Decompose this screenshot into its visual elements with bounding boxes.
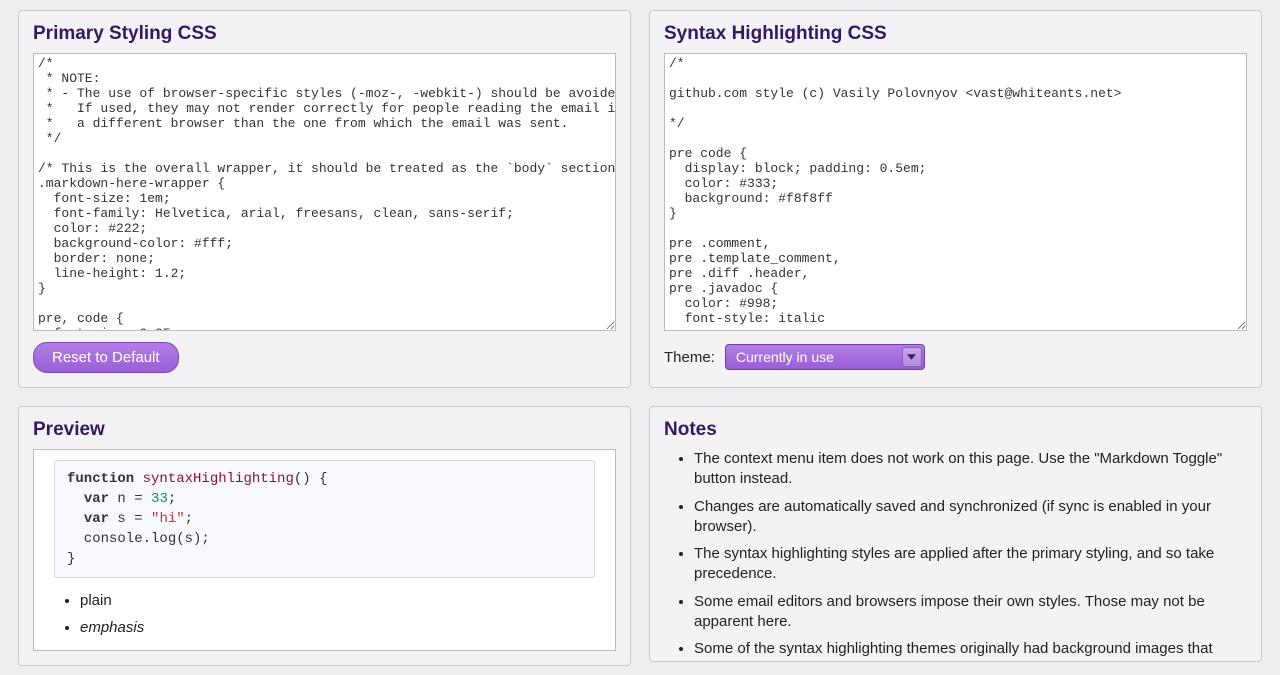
- syntax-highlighting-panel: Syntax Highlighting CSS Theme: Currently…: [649, 10, 1262, 388]
- primary-styling-panel: Primary Styling CSS Reset to Default: [18, 10, 631, 388]
- syntax-css-textarea[interactable]: [664, 53, 1247, 331]
- primary-styling-title: Primary Styling CSS: [33, 23, 616, 45]
- list-item: Changes are automatically saved and sync…: [694, 497, 1247, 538]
- notes-panel: Notes The context menu item does not wor…: [649, 406, 1262, 662]
- theme-select[interactable]: Currently in use: [725, 344, 925, 370]
- preview-content[interactable]: function syntaxHighlighting() { var n = …: [33, 449, 616, 651]
- page-scroll[interactable]: Primary Styling CSS Reset to Default Syn…: [0, 0, 1280, 675]
- notes-list: The context menu item does not work on t…: [664, 449, 1247, 662]
- theme-label: Theme:: [664, 349, 715, 366]
- list-item: emphasis: [80, 619, 595, 636]
- theme-selected-value: Currently in use: [736, 349, 834, 365]
- notes-title: Notes: [664, 419, 1247, 441]
- primary-css-textarea[interactable]: [33, 53, 616, 331]
- list-item: Some email editors and browsers impose t…: [694, 592, 1247, 633]
- list-item: The context menu item does not work on t…: [694, 449, 1247, 490]
- list-item: Some of the syntax highlighting themes o…: [694, 639, 1247, 662]
- syntax-highlighting-title: Syntax Highlighting CSS: [664, 23, 1247, 45]
- preview-code-block: function syntaxHighlighting() { var n = …: [54, 460, 595, 578]
- list-item: plain: [80, 592, 595, 609]
- preview-list: plain emphasis: [54, 592, 595, 636]
- preview-panel: Preview function syntaxHighlighting() { …: [18, 406, 631, 666]
- list-item: The syntax highlighting styles are appli…: [694, 544, 1247, 585]
- preview-title: Preview: [33, 419, 616, 441]
- reset-to-default-button[interactable]: Reset to Default: [33, 342, 179, 373]
- chevron-down-icon: [902, 347, 922, 367]
